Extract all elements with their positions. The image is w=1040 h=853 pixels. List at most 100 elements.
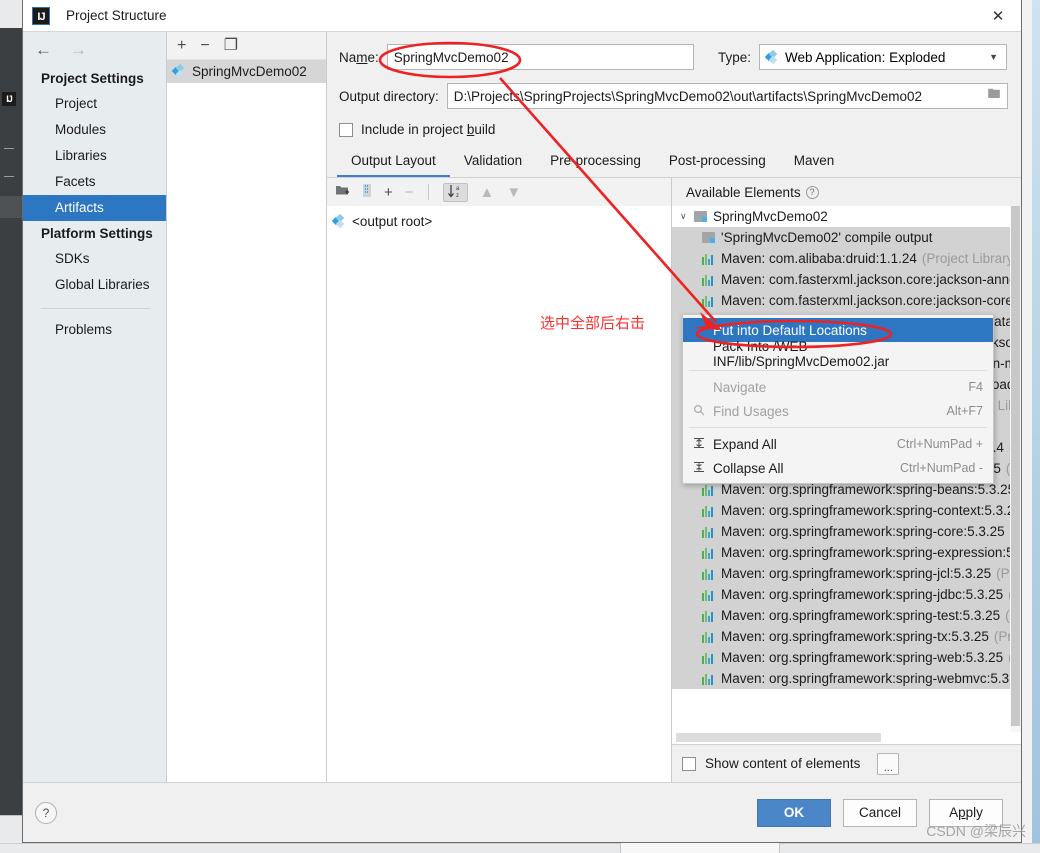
table-row[interactable]: Maven: com.alibaba:druid:1.1.24 (Project… <box>672 248 1021 269</box>
settings-sidebar: ← → Project Settings Project Modules Lib… <box>23 32 167 782</box>
table-row[interactable]: Maven: org.springframework:spring-jdbc:5… <box>672 584 1021 605</box>
artifact-editor-panel: Name: SpringMvcDemo02 Type: Web Applicat… <box>327 32 1021 782</box>
tree-row-label: Maven: org.springframework:spring-test:5… <box>721 608 1001 623</box>
artifact-list-item-label: SpringMvcDemo02 <box>192 64 307 79</box>
table-row[interactable]: Maven: org.springframework:spring-web:5.… <box>672 647 1021 668</box>
sidebar-item-sdks[interactable]: SDKs <box>23 246 166 272</box>
artifact-name-input[interactable]: SpringMvcDemo02 <box>386 44 694 70</box>
table-row[interactable]: Maven: org.springframework:spring-expres… <box>672 542 1021 563</box>
show-content-label: Show content of elements <box>705 756 861 771</box>
search-icon <box>692 404 706 419</box>
available-elements-tree[interactable]: ∨ SpringMvcDemo02 'SpringMvcDemo02' comp… <box>672 206 1021 732</box>
sort-alphabetically-button[interactable]: az <box>442 182 468 202</box>
tree-row-label: Maven: org.springframework:spring-jcl:5.… <box>721 566 992 581</box>
output-root-label: <output root> <box>352 214 433 229</box>
watermark: CSDN @梁辰兴 <box>926 823 1026 839</box>
svg-text:z: z <box>456 193 459 198</box>
sidebar-item-global-libraries[interactable]: Global Libraries <box>23 272 166 298</box>
menu-separator <box>689 427 987 428</box>
table-row[interactable]: Maven: org.springframework:spring-core:5… <box>672 521 1021 542</box>
menu-item-shortcut: Ctrl+NumPad - <box>899 461 983 475</box>
help-icon[interactable]: ? <box>805 185 819 199</box>
folder-browse-icon[interactable]: 🖿 <box>981 83 1007 109</box>
artifact-type-select[interactable]: Web Application: Exploded ▼ <box>759 44 1007 70</box>
menu-item-pack-into-jar[interactable]: Pack Into /WEB-INF/lib/SpringMvcDemo02.j… <box>683 339 993 369</box>
menu-item-collapse-all[interactable]: Collapse All Ctrl+NumPad - <box>683 456 993 480</box>
available-elements-hscrollbar[interactable] <box>672 732 1021 744</box>
move-up-button[interactable]: ▲ <box>480 185 495 200</box>
menu-item-find-usages[interactable]: Find Usages Alt+F7 <box>683 399 993 423</box>
move-down-button[interactable]: ▼ <box>506 185 521 200</box>
copy-artifact-button[interactable]: ❐ <box>224 37 238 54</box>
tree-row-module-root[interactable]: ∨ SpringMvcDemo02 <box>672 206 1021 227</box>
artifact-list-item[interactable]: SpringMvcDemo02 <box>167 60 326 83</box>
artifact-icon <box>171 63 186 79</box>
sidebar-item-artifacts[interactable]: Artifacts <box>23 195 166 221</box>
tab-validation[interactable]: Validation <box>450 147 536 177</box>
forward-arrow-icon[interactable]: → <box>70 41 87 58</box>
create-archive-button[interactable] <box>362 184 372 200</box>
remove-element-button[interactable]: − <box>405 185 414 200</box>
tab-output-layout[interactable]: Output Layout <box>337 147 450 177</box>
more-options-button[interactable]: ... <box>877 752 900 775</box>
menu-item-label: Put into Default Locations <box>713 322 867 338</box>
table-row[interactable]: Maven: org.springframework:spring-test:5… <box>672 605 1021 626</box>
include-in-build-row[interactable]: Include in project build <box>339 122 1007 137</box>
artifacts-list-panel: + − ❐ SpringMvcDemo02 <box>167 32 327 782</box>
close-icon[interactable]: ✕ <box>975 0 1021 31</box>
output-layout-split: + − az ▲ ▼ <output root> Available Eleme… <box>327 178 1021 782</box>
table-row[interactable]: Maven: com.fasterxml.jackson.core:jackso… <box>672 269 1021 290</box>
sidebar-item-project[interactable]: Project <box>23 91 166 117</box>
include-in-build-checkbox[interactable] <box>339 122 353 137</box>
artifacts-toolbar: + − ❐ <box>167 32 326 60</box>
tree-row-label: Maven: com.alibaba:druid:1.1.24 <box>721 251 917 266</box>
menu-item-navigate[interactable]: Navigate F4 <box>683 375 993 399</box>
ide-strip-selected-tab[interactable] <box>0 196 22 218</box>
sidebar-item-facets[interactable]: Facets <box>23 169 166 195</box>
cancel-button[interactable]: Cancel <box>843 798 917 827</box>
sidebar-item-modules[interactable]: Modules <box>23 117 166 143</box>
add-copy-of-button[interactable]: + <box>384 185 393 200</box>
sidebar-item-problems[interactable]: Problems <box>23 317 166 343</box>
output-root-node[interactable]: <output root> <box>331 212 671 231</box>
help-icon[interactable]: ? <box>35 801 57 824</box>
table-row[interactable]: Maven: org.springframework:spring-jcl:5.… <box>672 563 1021 584</box>
vscrollbar-thumb[interactable] <box>1011 206 1020 726</box>
svg-text:a: a <box>456 186 460 192</box>
back-arrow-icon[interactable]: ← <box>35 41 52 58</box>
tree-row-label: Maven: org.springframework:spring-beans:… <box>721 482 1016 497</box>
chevron-down-icon: ▼ <box>989 52 998 62</box>
ide-right-edge <box>1032 0 1040 853</box>
module-icon <box>694 211 707 222</box>
menu-separator <box>689 370 987 371</box>
output-directory-input[interactable]: D:\Projects\SpringProjects\SpringMvcDemo… <box>446 83 1008 109</box>
menu-item-shortcut: Alt+F7 <box>946 404 983 418</box>
create-directory-button[interactable] <box>335 184 350 200</box>
include-in-build-label: Include in project build <box>361 122 496 137</box>
tree-row-label: Maven: com.fasterxml.jackson.core:jackso… <box>721 293 1021 308</box>
table-row[interactable]: 'SpringMvcDemo02' compile output <box>672 227 1021 248</box>
hscrollbar-thumb[interactable] <box>676 733 881 742</box>
remove-artifact-button[interactable]: − <box>200 37 209 54</box>
tab-maven[interactable]: Maven <box>780 147 849 177</box>
add-artifact-button[interactable]: + <box>177 37 186 54</box>
table-row[interactable]: Maven: com.fasterxml.jackson.core:jackso… <box>672 290 1021 311</box>
ide-bottom-tabs <box>620 843 780 853</box>
menu-item-label: Expand All <box>713 436 777 452</box>
output-layout-tree[interactable]: <output root> <box>327 206 671 782</box>
table-row[interactable]: Maven: org.springframework:spring-tx:5.3… <box>672 626 1021 647</box>
annotation-note: 选中全部后右击 <box>540 314 646 332</box>
tree-row-label: Maven: org.springframework:spring-tx:5.3… <box>721 629 989 644</box>
menu-item-expand-all[interactable]: Expand All Ctrl+NumPad + <box>683 432 993 456</box>
available-elements-vscrollbar[interactable] <box>1010 206 1021 732</box>
ok-button[interactable]: OK <box>757 798 831 827</box>
table-row[interactable]: Maven: org.springframework:spring-webmvc… <box>672 668 1021 689</box>
tab-pre-processing[interactable]: Pre-processing <box>536 147 655 177</box>
tab-post-processing[interactable]: Post-processing <box>655 147 780 177</box>
sidebar-item-libraries[interactable]: Libraries <box>23 143 166 169</box>
output-root-icon <box>331 213 346 229</box>
name-type-row: Name: SpringMvcDemo02 Type: Web Applicat… <box>339 44 1007 70</box>
table-row[interactable]: Maven: org.springframework:spring-contex… <box>672 500 1021 521</box>
show-content-checkbox[interactable] <box>682 756 696 771</box>
chevron-down-icon[interactable]: ∨ <box>680 211 694 222</box>
